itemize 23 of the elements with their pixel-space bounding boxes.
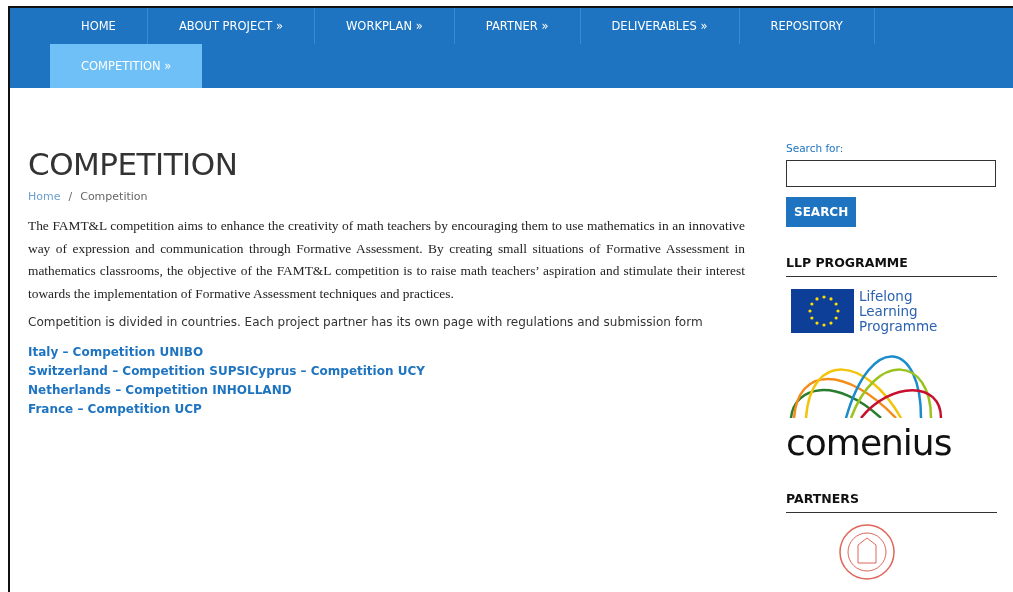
- nav-tab[interactable]: PARTNER »: [454, 8, 581, 44]
- competition-link[interactable]: Netherlands – Competition INHOLLAND: [28, 383, 745, 397]
- search-field[interactable]: [786, 160, 996, 187]
- breadcrumb-link[interactable]: Home: [28, 190, 61, 203]
- info-text: Competition is divided in countries. Each project partner has its own page with regulations and submission form: [28, 315, 704, 329]
- nav-tab[interactable]: DELIVERABLES »: [580, 8, 740, 44]
- logo-text: comenius: [786, 422, 953, 463]
- section-heading: LLP PROGRAMME: [786, 255, 997, 277]
- nav-tab[interactable]: WORKPLAN »: [315, 8, 455, 44]
- breadcrumb-current: Competition: [80, 190, 148, 203]
- flag-stars-icon: [791, 289, 854, 333]
- logo-text: Lifelong Learning Programme: [859, 289, 938, 334]
- seal-icon: [838, 523, 896, 581]
- competition-link[interactable]: Italy – Competition UNIBO: [28, 345, 745, 359]
- section-heading: PARTNERS: [786, 491, 997, 513]
- search-label: Search for:: [786, 142, 845, 154]
- page-title: COMPETITION: [28, 146, 239, 182]
- competition-link[interactable]: France – Competition UCP: [28, 402, 745, 416]
- breadcrumb-separator: /: [68, 190, 73, 203]
- intro-paragraph: The FAMT&L competition aims to enhance the creativity of math teachers by encouraging them to use mathematics in an innovative way of expression and communication through Formative Assessment. By creating small situations of Formative Assessment in mathematics classrooms, the objective of the FAMT&L competition is to raise math teachers’ aspiration and stimulate their interest towards the implementation of Formative Assessment techniques and practices.: [28, 217, 745, 303]
- nav-tab[interactable]: REPOSITORY: [739, 8, 875, 44]
- search-button[interactable]: SEARCH: [786, 197, 857, 227]
- competition-link[interactable]: Switzerland – Competition SUPSICyprus – Competition UCY: [28, 364, 745, 378]
